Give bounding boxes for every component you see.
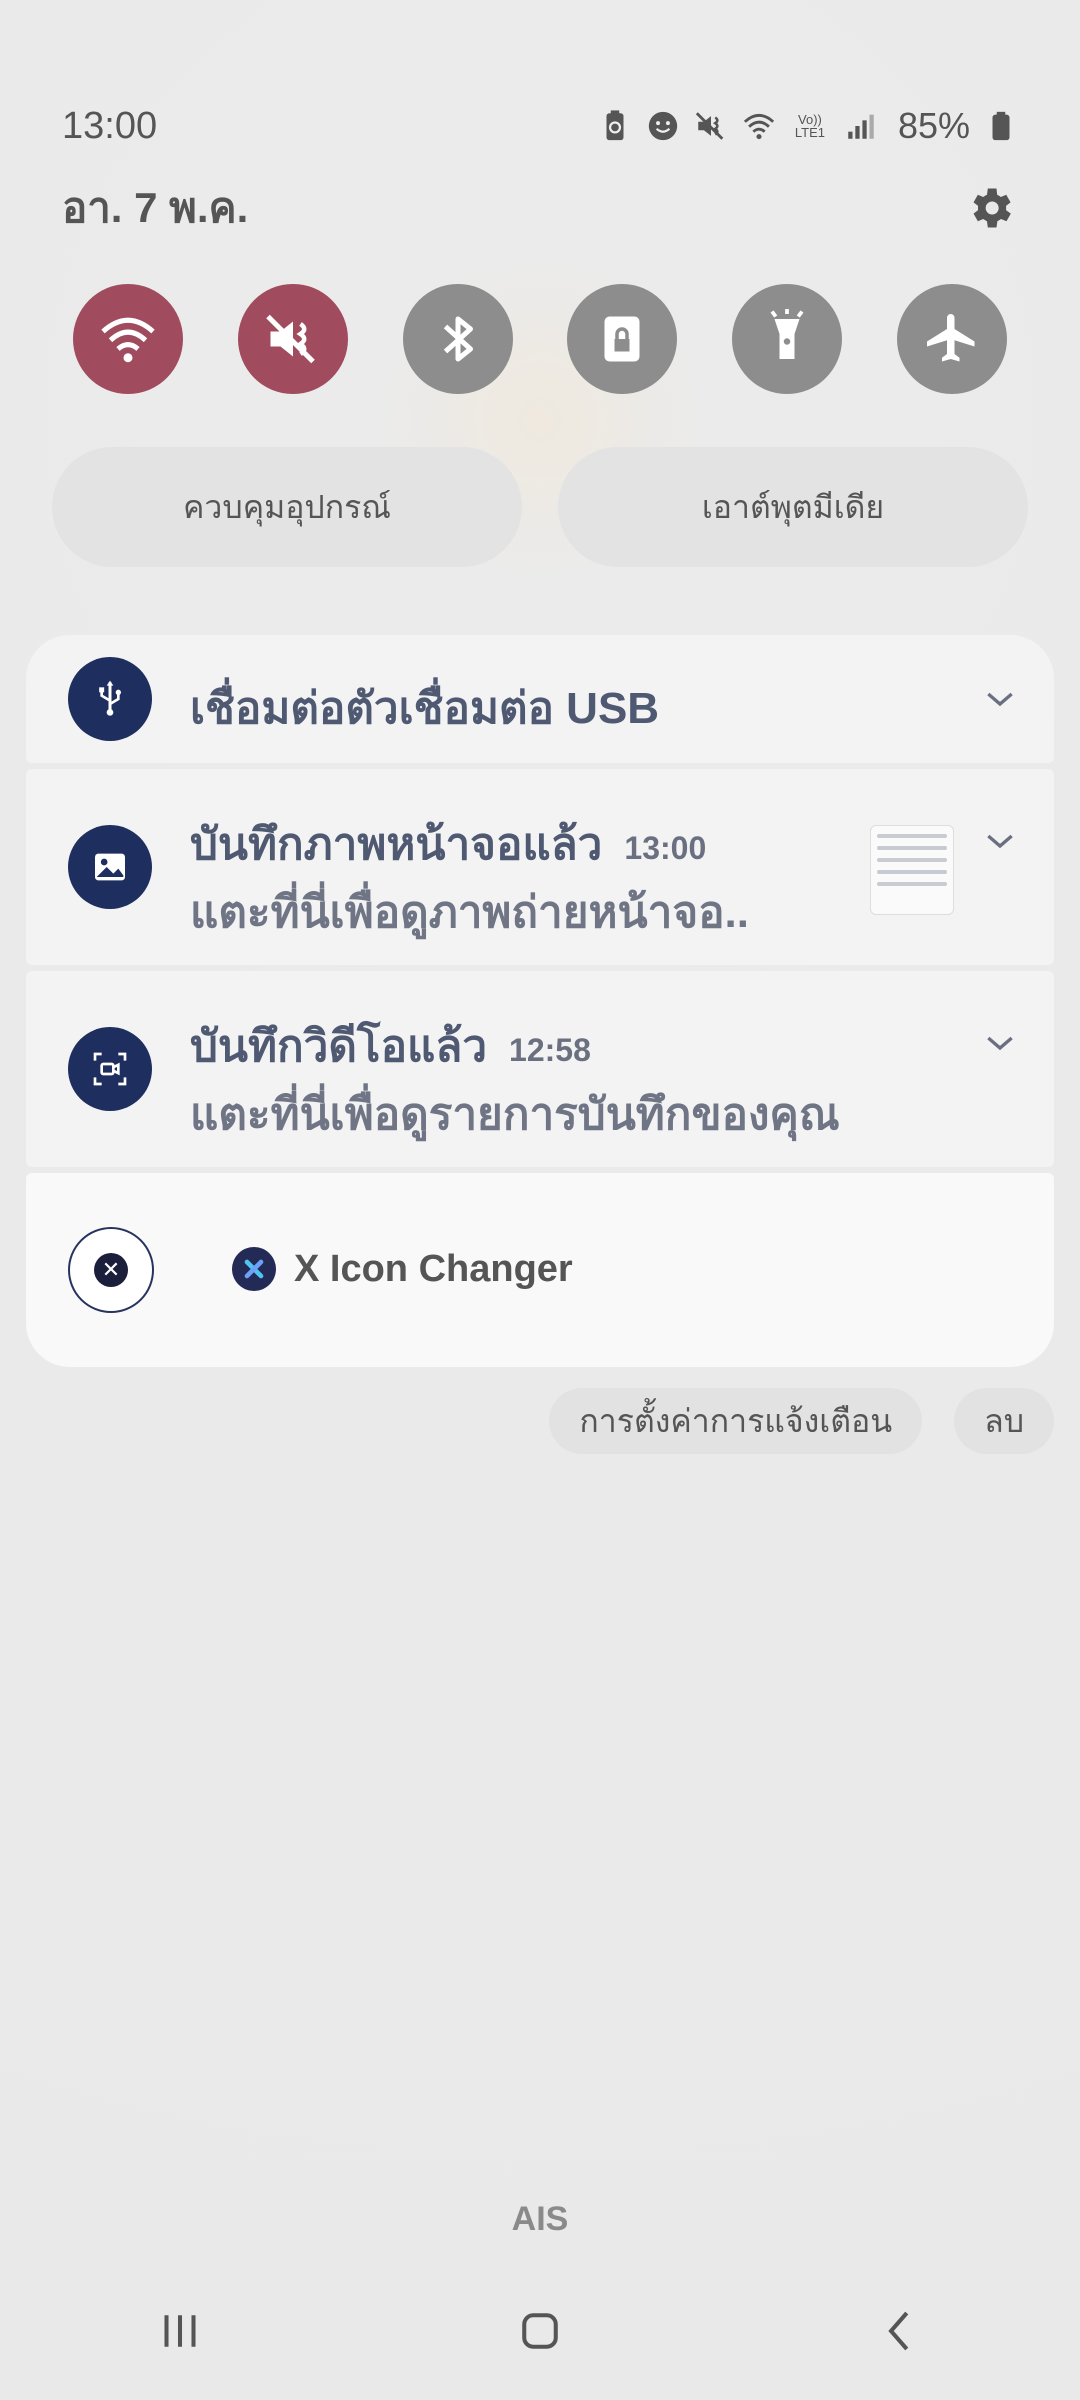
airplane-icon xyxy=(926,314,975,362)
status-clock: 13:00 xyxy=(62,104,158,147)
qs-wifi-toggle[interactable] xyxy=(73,284,183,394)
chevron-down-icon[interactable] xyxy=(980,1023,1020,1063)
battery-percent: 85% xyxy=(897,105,970,146)
home-button[interactable] xyxy=(480,2288,600,2374)
notification-title: บันทึกภาพหน้าจอแล้ว 13:00 xyxy=(190,809,706,879)
chevron-down-icon[interactable] xyxy=(980,679,1020,719)
mute-icon xyxy=(694,109,728,143)
notification-app-label: X Icon Changer xyxy=(232,1247,573,1291)
volte-lte-icon: Vo)) LTE1 xyxy=(794,112,825,140)
screenshot-thumbnail[interactable] xyxy=(870,825,954,915)
notification-title: บันทึกวิดีโอแล้ว 12:58 xyxy=(190,1011,591,1081)
notification-text: แตะที่นี่เพื่อดูภาพถ่ายหน้าจอ.. xyxy=(190,888,749,937)
notification-x-icon-changer[interactable]: ✕ X Icon Changer xyxy=(26,1173,1054,1367)
qs-rotation-lock-toggle[interactable] xyxy=(567,284,678,394)
lock-icon xyxy=(604,316,640,362)
date-row: อา. 7 พ.ค. xyxy=(62,178,1018,238)
carrier-label: AIS xyxy=(511,2200,569,2238)
notification-time: 13:00 xyxy=(624,830,707,866)
qs-flashlight-toggle[interactable] xyxy=(732,284,843,394)
notification-list: เชื่อมต่อตัวเชื่อมต่อ USB บันทึกภาพหน้าจ… xyxy=(26,635,1054,1373)
flashlight-icon xyxy=(770,309,804,359)
notification-usb[interactable]: เชื่อมต่อตัวเชื่อมต่อ USB xyxy=(26,635,1054,763)
qs-sound-toggle[interactable] xyxy=(237,284,348,394)
notification-title-text: บันทึกวิดีโอแล้ว xyxy=(190,1022,488,1071)
quick-panel-pills: ควบคุมอุปกรณ์ เอาต์พุตมีเดีย xyxy=(52,447,1028,567)
battery-icon xyxy=(984,109,1018,143)
notification-text: แตะที่นี่เพื่อดูรายการบันทึกของคุณ xyxy=(190,1090,840,1139)
status-bar: 13:00 Vo)) LTE1 85% xyxy=(62,98,1018,154)
qs-bluetooth-toggle[interactable] xyxy=(402,284,513,394)
status-icons: Vo)) LTE1 85% xyxy=(598,105,1018,147)
mute-icon xyxy=(266,314,315,364)
notification-title-text: บันทึกภาพหน้าจอแล้ว xyxy=(190,820,603,869)
qs-airplane-toggle[interactable] xyxy=(896,284,1007,394)
notification-time: 12:58 xyxy=(509,1032,591,1068)
image-icon xyxy=(68,825,152,909)
notification-actions: การตั้งค่าการแจ้งเตือน ลบ xyxy=(549,1388,1054,1454)
notification-title: X Icon Changer xyxy=(294,1247,573,1290)
face-icon xyxy=(646,109,680,143)
notification-title: เชื่อมต่อตัวเชื่อมต่อ USB xyxy=(190,684,660,733)
device-control-button[interactable]: ควบคุมอุปกรณ์ xyxy=(52,447,522,567)
navigation-bar xyxy=(0,2288,1080,2374)
clear-all-button[interactable]: ลบ xyxy=(954,1388,1054,1454)
notification-screenshot[interactable]: บันทึกภาพหน้าจอแล้ว 13:00 แตะที่นี่เพื่อด… xyxy=(26,769,1054,965)
battery-saver-icon xyxy=(598,109,632,143)
settings-button[interactable] xyxy=(962,180,1018,236)
x-icon-changer-logo-icon xyxy=(232,1247,276,1291)
x-icon: ✕ xyxy=(68,1227,154,1313)
notification-screen-recording[interactable]: บันทึกวิดีโอแล้ว 12:58 แตะที่นี่เพื่อดูรา… xyxy=(26,971,1054,1167)
back-icon xyxy=(888,2311,909,2351)
media-output-button[interactable]: เอาต์พุตมีเดีย xyxy=(558,447,1028,567)
home-icon xyxy=(522,2313,558,2349)
date-label: อา. 7 พ.ค. xyxy=(62,184,249,231)
signal-icon xyxy=(844,109,878,143)
back-button[interactable] xyxy=(840,2288,960,2374)
wifi-icon xyxy=(101,317,155,363)
wifi-icon xyxy=(742,109,776,143)
bluetooth-icon xyxy=(443,316,473,362)
notification-settings-button[interactable]: การตั้งค่าการแจ้งเตือน xyxy=(549,1388,923,1454)
screen-record-icon xyxy=(68,1027,152,1111)
gear-icon xyxy=(973,188,1011,228)
quick-settings xyxy=(73,284,1007,394)
recents-button[interactable] xyxy=(120,2288,240,2374)
recents-icon xyxy=(164,2315,196,2347)
usb-icon xyxy=(68,657,152,741)
chevron-down-icon[interactable] xyxy=(980,821,1020,861)
